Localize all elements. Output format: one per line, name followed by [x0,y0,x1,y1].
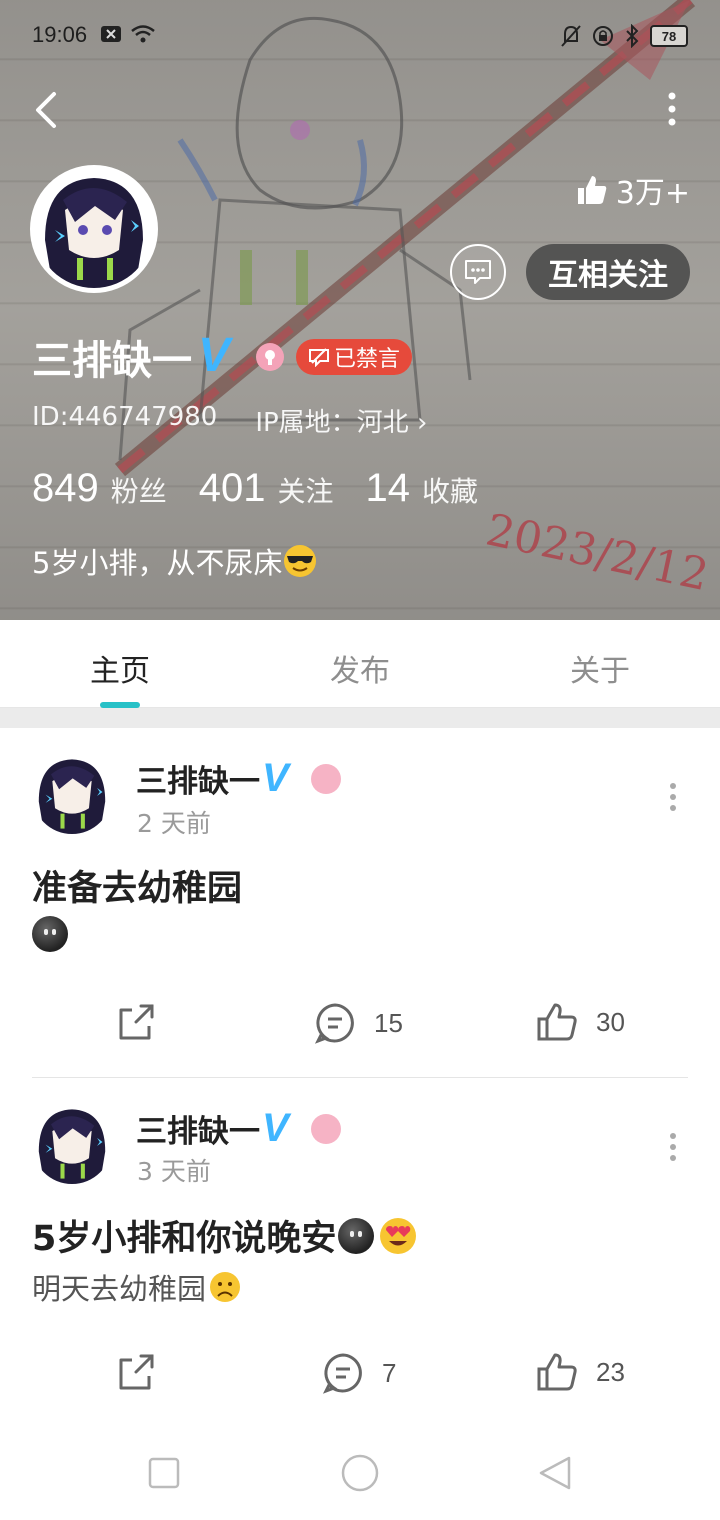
bio-text: 5岁小排，从不尿床 [32,546,283,580]
post-title-text: 5岁小排和你说晚安 [32,1219,337,1259]
avatar-illustration [35,170,153,288]
post-author-row[interactable]: 三排缺一 V [136,756,341,801]
following-count[interactable]: 401 [199,466,266,511]
banned-badge: 已禁言 [296,339,413,375]
likes-count: 3万+ [615,176,690,211]
system-nav-bar [0,1424,720,1520]
post-title-text: 准备去幼稚园 [32,869,243,909]
share-button[interactable] [116,1352,156,1392]
comment-count: 7 [382,1357,397,1388]
profile-tabs: 主页 发布 关于 [0,620,720,708]
post-time: 2 天前 [137,809,211,838]
home-circle-icon[interactable] [341,1454,379,1492]
cover-date-text: 2023/2/12 [482,504,713,601]
tab-home[interactable]: 主页 [90,646,150,690]
post-title: 5岁小排和你说晚安 [32,1210,418,1261]
message-button[interactable] [450,244,506,300]
total-likes: 3万+ [576,168,690,212]
profile-avatar[interactable] [30,165,158,293]
post-author-row[interactable]: 三排缺一 V [136,1106,341,1151]
id-ip-row: ID:446747980 IP属地：河北 › [32,402,427,439]
dark-smile-emoji-icon [338,1217,375,1254]
profile-name-row: 三排缺一 V 已禁言 [32,328,413,386]
post-author-avatar[interactable] [32,1104,112,1184]
comment-count: 15 [374,1007,403,1038]
stats-row: 849 粉丝 401 关注 14 收藏 [32,466,510,511]
share-button[interactable] [116,1002,156,1042]
post-card[interactable]: 三排缺一 V 2 天前 准备去幼稚园 15 30 [0,728,720,1078]
back-arrow-icon[interactable] [28,86,68,134]
close-box-icon [101,26,121,42]
verified-v-badge: V [262,756,289,800]
bell-off-icon [561,25,581,47]
like-button[interactable]: 23 [536,1352,625,1392]
sunglasses-emoji-icon [284,545,317,577]
worried-emoji-icon [210,1272,241,1302]
like-count: 30 [596,1006,625,1037]
section-separator [0,708,720,728]
mutual-follow-button[interactable]: 互相关注 [526,244,690,300]
avatar-illustration [32,754,112,834]
verified-v-badge: V [262,1106,289,1150]
share-icon [119,1354,154,1390]
heart-eyes-emoji-icon [380,1217,417,1254]
share-icon [119,1004,154,1040]
post-author-name: 三排缺一 [136,1114,260,1150]
verified-v-badge: V [198,328,231,382]
comment-button[interactable]: 15 [314,1002,403,1044]
muted-chat-icon [309,348,330,367]
post-author-avatar[interactable] [32,754,112,834]
tab-about[interactable]: 关于 [570,646,630,690]
thumbs-up-outline-icon [537,1353,577,1391]
favorites-count[interactable]: 14 [366,466,411,511]
pink-medal-icon [310,1113,341,1144]
comment-icon [314,1003,354,1044]
bluetooth-icon [626,24,639,48]
chat-bubble-icon [465,260,491,284]
fans-label[interactable]: 粉丝 [111,470,167,510]
like-count: 23 [596,1356,625,1387]
status-time: 19:06 [32,22,88,47]
post-title: 准备去幼稚园 [32,860,242,911]
lock-rotate-icon [593,26,613,46]
pink-medal-icon [310,763,341,794]
following-label[interactable]: 关注 [278,470,334,510]
avatar-illustration [32,1104,112,1184]
tab-posts[interactable]: 发布 [330,646,390,690]
favorites-label[interactable]: 收藏 [422,470,478,510]
post-more-icon[interactable] [668,1132,678,1162]
ip-location-link[interactable]: IP属地：河北 › [255,402,427,439]
post-time: 3 天前 [137,1157,211,1186]
profile-bio: 5岁小排，从不尿床 [32,540,318,582]
post-card[interactable]: 三排缺一 V 3 天前 5岁小排和你说晚安 明天去幼稚园 7 23 [0,1078,720,1424]
thumbs-up-outline-icon [537,1003,577,1041]
fans-count[interactable]: 849 [32,466,99,511]
pink-medal-icon [256,343,285,371]
thumbs-up-icon [577,176,607,204]
more-vertical-icon[interactable] [664,92,680,126]
post-body: 明天去幼稚园 [32,1266,242,1308]
wifi-icon [131,25,155,43]
post-more-icon[interactable] [668,782,678,812]
ip-location: IP属地：河北 [255,408,409,438]
recent-apps-icon[interactable] [148,1457,180,1489]
cover-drawing: 2023/2/12 [114,0,713,601]
comment-button[interactable]: 7 [322,1352,396,1394]
battery-icon: 78 [650,25,688,47]
dark-smile-emoji-icon [32,916,68,956]
post-body-text: 明天去幼稚园 [32,1272,207,1306]
user-id: ID:446747980 [32,402,218,432]
back-triangle-icon[interactable] [538,1455,572,1491]
post-author-name: 三排缺一 [136,764,260,800]
profile-cover: 2023/2/12 19:06 78 3万+ 互相关注 三排缺一 V 已禁言 I… [0,0,720,620]
profile-name: 三排缺一 [32,338,192,384]
comment-icon [322,1353,362,1394]
status-bar: 19:06 78 [0,0,720,72]
like-button[interactable]: 30 [536,1002,625,1042]
chevron-right-icon: › [416,408,428,438]
banned-label: 已禁言 [334,347,401,372]
